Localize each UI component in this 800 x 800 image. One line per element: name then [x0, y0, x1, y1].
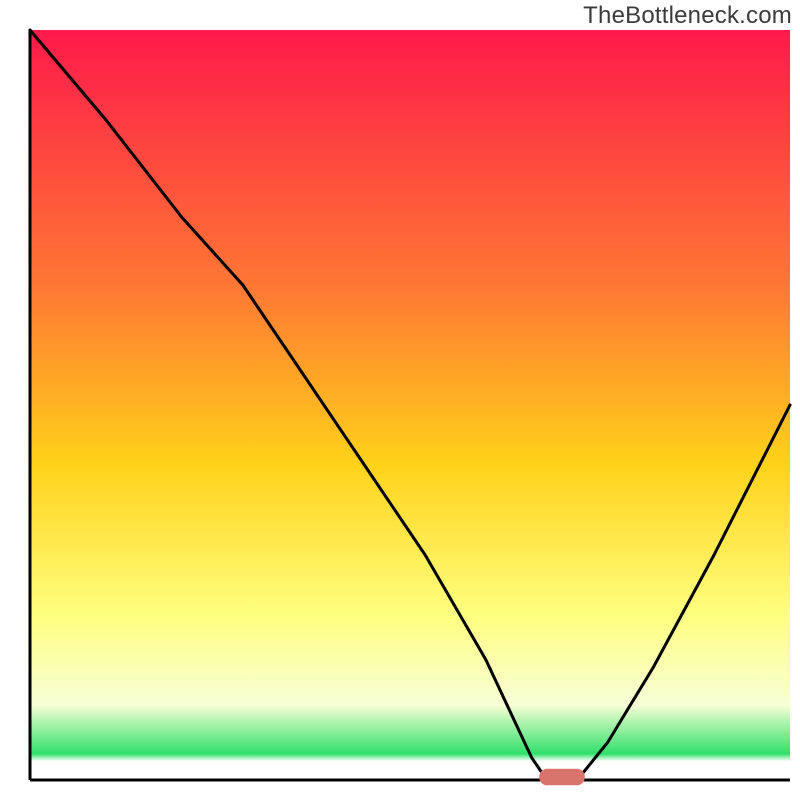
plot-background — [30, 30, 790, 780]
chart-svg — [0, 0, 800, 800]
optimal-marker — [539, 769, 585, 786]
bottleneck-chart: TheBottleneck.com — [0, 0, 800, 800]
watermark-text: TheBottleneck.com — [583, 2, 792, 30]
